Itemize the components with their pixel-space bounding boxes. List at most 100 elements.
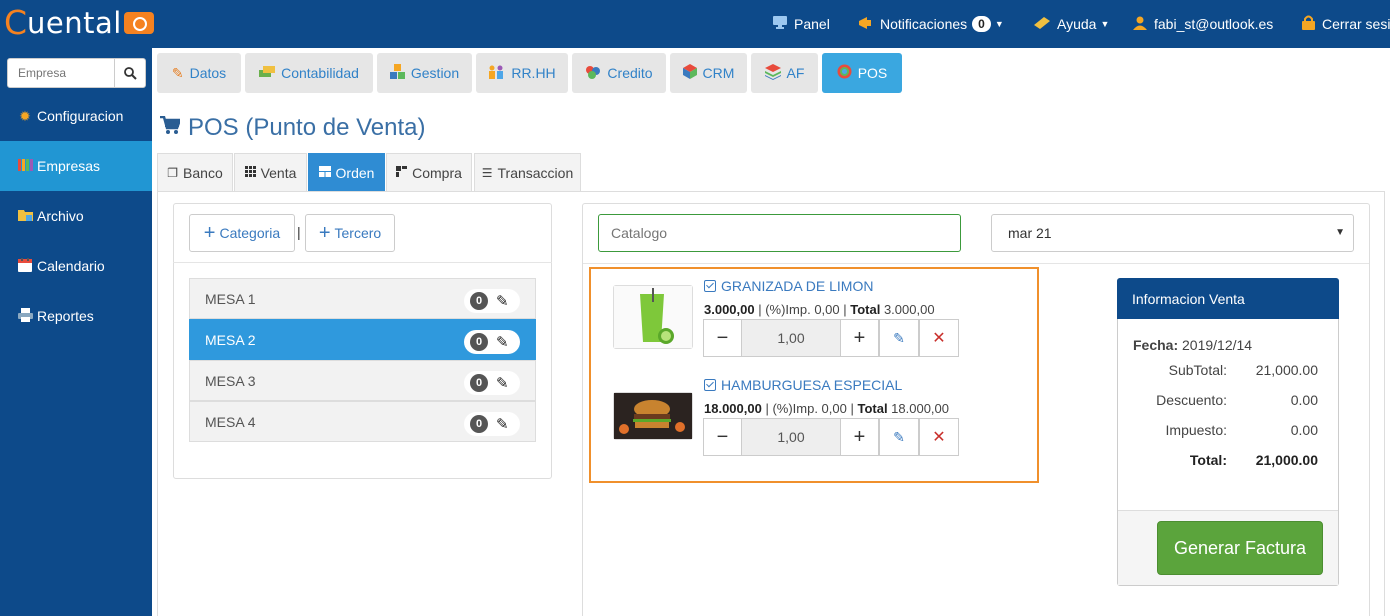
module-tab-af[interactable]: AF <box>751 53 818 93</box>
tab-label: Orden <box>335 164 375 181</box>
blocks-small-icon <box>396 165 408 180</box>
generar-factura-button[interactable]: Generar Factura <box>1157 521 1323 575</box>
edit-pencil-icon[interactable]: ✎ <box>496 333 509 351</box>
sidebar-item-calendario[interactable]: Calendario <box>0 241 152 291</box>
nav-notificaciones-label: Notificaciones <box>880 16 968 32</box>
sidebar-item-label: Empresas <box>37 158 101 174</box>
module-tab-label: AF <box>786 65 805 81</box>
increase-button[interactable]: + <box>840 418 879 456</box>
search-button[interactable] <box>114 59 145 87</box>
caret-down-icon: ▼ <box>994 19 1004 29</box>
mesa-item[interactable]: MESA 4 0 ✎ <box>189 401 536 442</box>
mesa-label: MESA 3 <box>205 372 256 389</box>
nav-panel[interactable]: Panel <box>773 0 830 48</box>
decrease-button[interactable]: − <box>703 418 742 456</box>
edit-pencil-icon[interactable]: ✎ <box>496 374 509 392</box>
fecha-label: Fecha: <box>1133 337 1179 353</box>
module-tab-gestion[interactable]: Gestion <box>377 53 472 93</box>
remove-item-button[interactable]: ✕ <box>919 418 959 456</box>
layers-icon <box>764 63 781 83</box>
edit-pencil-icon[interactable]: ✎ <box>496 415 509 433</box>
subtotal-label: SubTotal: <box>1168 362 1227 378</box>
product-tax: | (%)Imp. 0,00 | <box>754 302 851 317</box>
module-tab-crm[interactable]: CRM <box>670 53 747 93</box>
tab-label: Banco <box>183 164 223 181</box>
logo-text: uental <box>27 6 122 40</box>
check-square-icon <box>704 280 716 292</box>
tab-transaccion[interactable]: ☰ Transaccion <box>474 153 581 191</box>
module-tab-datos[interactable]: ✎ Datos <box>157 53 241 93</box>
pencil-icon: ✎ <box>171 64 184 81</box>
tab-venta[interactable]: Venta <box>234 153 307 191</box>
quantity-value[interactable]: 1,00 <box>742 418 840 456</box>
increase-button[interactable]: + <box>840 319 879 357</box>
pencil-icon: ✎ <box>893 428 905 445</box>
module-tab-label: Credito <box>607 65 653 81</box>
sidebar-item-configuracion[interactable]: ✹ Configuracion <box>0 91 152 141</box>
edit-item-button[interactable]: ✎ <box>879 418 919 456</box>
product-price-info: 3.000,00 | (%)Imp. 0,00 | Total 3.000,00 <box>704 302 935 317</box>
sidebar-item-archivo[interactable]: Archivo <box>0 191 152 241</box>
nav-ayuda-label: Ayuda <box>1057 16 1097 32</box>
decrease-button[interactable]: − <box>703 319 742 357</box>
coins-icon <box>585 65 601 82</box>
product-name[interactable]: GRANIZADA DE LIMON <box>704 278 873 294</box>
page-title: POS (Punto de Venta) <box>160 114 425 142</box>
product-name[interactable]: HAMBURGUESA ESPECIAL <box>704 377 902 393</box>
sidebar-item-reportes[interactable]: Reportes <box>0 291 152 341</box>
cart-icon <box>160 115 182 140</box>
edit-item-button[interactable]: ✎ <box>879 319 919 357</box>
plus-icon: + <box>203 222 216 244</box>
mesa-count-badge: 0 <box>470 292 488 310</box>
edit-pencil-icon[interactable]: ✎ <box>496 292 509 310</box>
tab-label: Venta <box>260 164 297 181</box>
mesa-actions: 0 ✎ <box>464 412 520 436</box>
pencil-icon: ✎ <box>893 329 905 346</box>
module-tab-rrhh[interactable]: RR.HH <box>476 53 568 93</box>
folder-icon <box>17 208 33 224</box>
megaphone-icon <box>858 16 873 33</box>
module-tab-label: CRM <box>702 65 735 81</box>
check-square-icon <box>704 379 716 391</box>
fecha-value: 2019/12/14 <box>1178 337 1253 353</box>
add-categoria-button[interactable]: + Categoria <box>189 214 295 252</box>
module-tab-pos[interactable]: POS <box>822 53 902 93</box>
mesa-item[interactable]: MESA 3 0 ✎ <box>189 360 536 401</box>
add-tercero-button[interactable]: + Tercero <box>305 214 395 252</box>
sidebar-item-label: Configuracion <box>37 108 124 124</box>
mesa-item[interactable]: MESA 2 0 ✎ <box>189 319 536 360</box>
module-tab-contabilidad[interactable]: Contabilidad <box>245 53 373 93</box>
product-price: 3.000,00 <box>704 302 755 317</box>
nav-cerrar-sesion[interactable]: Cerrar sesi <box>1302 0 1390 48</box>
module-tab-credito[interactable]: Credito <box>572 53 666 93</box>
product-price: 18.000,00 <box>704 401 762 416</box>
window-icon: ❐ <box>167 165 179 180</box>
logo-letter: C <box>4 3 28 42</box>
nav-notificaciones[interactable]: Notificaciones 0 ▼ <box>858 0 1004 48</box>
quantity-value[interactable]: 1,00 <box>742 319 840 357</box>
nav-ayuda[interactable]: Ayuda ▼ <box>1034 0 1109 48</box>
date-select[interactable]: mar 21 ▼ <box>991 214 1354 252</box>
nav-user[interactable]: fabi_st@outlook.es <box>1133 0 1273 48</box>
money-icon <box>123 12 154 34</box>
catalog-search-input[interactable] <box>598 214 961 252</box>
lock-icon <box>1302 15 1315 33</box>
tab-banco[interactable]: ❐ Banco <box>157 153 233 191</box>
user-icon <box>1133 16 1147 33</box>
books-icon <box>17 158 33 174</box>
quantity-stepper: − 1,00 + ✎ ✕ <box>703 418 959 456</box>
mesa-item[interactable]: MESA 1 0 ✎ <box>189 278 536 319</box>
layout-icon <box>318 165 331 180</box>
money-icon <box>259 65 276 81</box>
caret-down-icon: ▼ <box>1335 227 1345 238</box>
module-tab-label: POS <box>857 65 888 81</box>
sidebar-item-empresas[interactable]: Empresas <box>0 141 152 191</box>
empresa-search-input[interactable] <box>8 59 114 87</box>
tab-orden[interactable]: Orden <box>308 153 385 191</box>
mesa-actions: 0 ✎ <box>464 371 520 395</box>
caret-down-icon: ▼ <box>1100 19 1110 29</box>
brand-logo[interactable]: Cuental <box>4 6 154 40</box>
mesa-count-badge: 0 <box>470 374 488 392</box>
remove-item-button[interactable]: ✕ <box>919 319 959 357</box>
tab-compra[interactable]: Compra <box>386 153 472 191</box>
